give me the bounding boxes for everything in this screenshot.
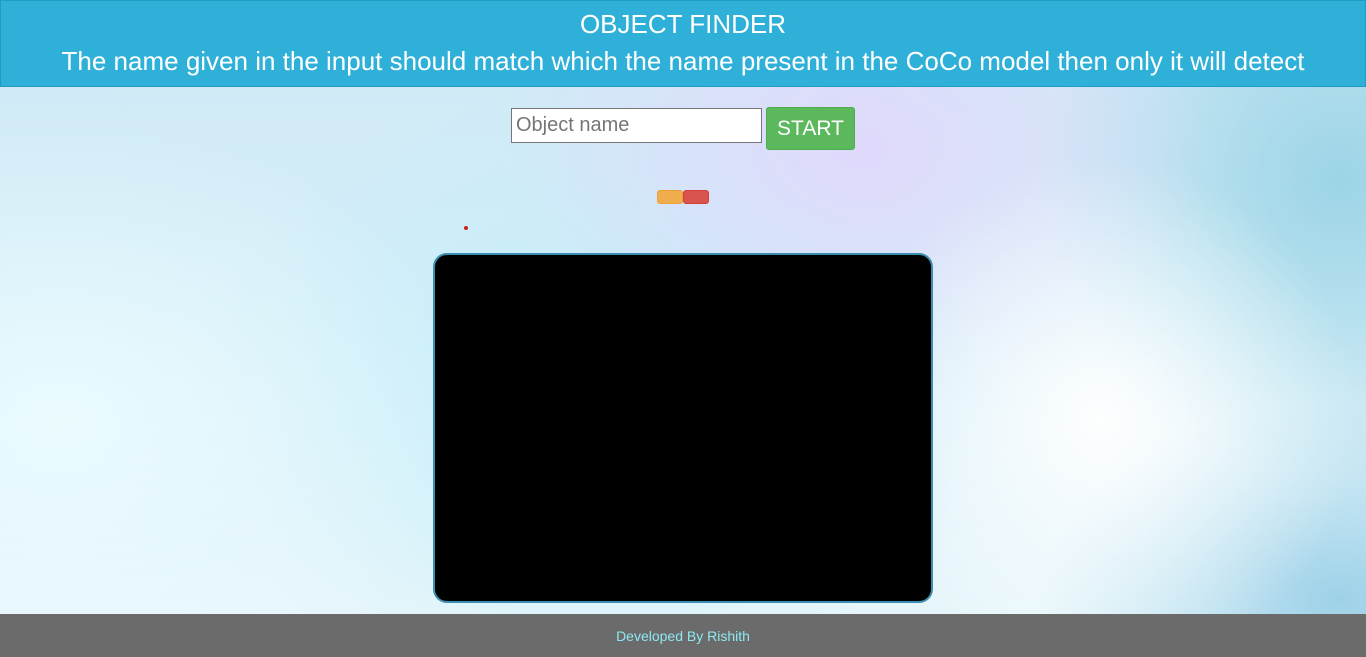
- start-button[interactable]: START: [766, 107, 855, 150]
- page-header: OBJECT FINDER The name given in the inpu…: [0, 0, 1366, 87]
- page-footer: Developed By Rishith: [0, 614, 1366, 657]
- status-indicator-yellow[interactable]: [657, 190, 683, 204]
- red-dot-marker: [464, 226, 468, 230]
- status-indicator-red[interactable]: [683, 190, 709, 204]
- video-canvas: [433, 253, 933, 603]
- object-name-input[interactable]: [511, 108, 762, 143]
- footer-credit: Developed By Rishith: [616, 628, 750, 644]
- page-title: OBJECT FINDER: [579, 9, 787, 39]
- page-subtitle: The name given in the input should match…: [61, 46, 1305, 76]
